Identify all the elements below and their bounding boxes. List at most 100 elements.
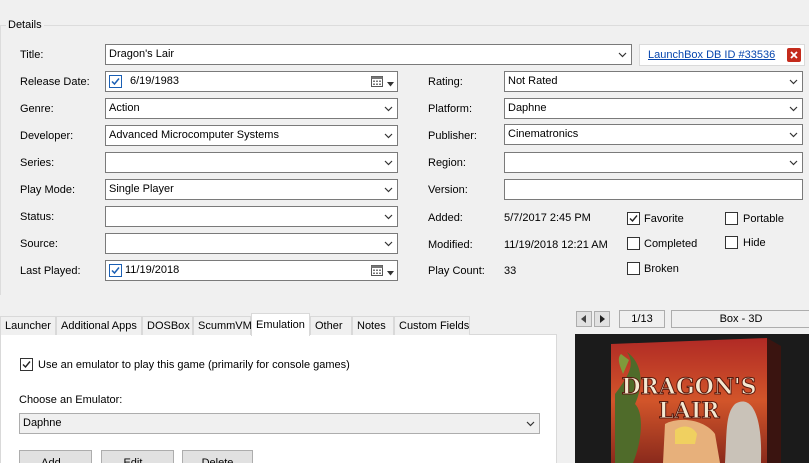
clear-db-id-button[interactable] [787, 48, 801, 62]
tab-scummvm[interactable]: ScummVM [193, 316, 252, 335]
checkmark-icon [629, 215, 638, 223]
checkmark-icon [111, 267, 120, 275]
portable-label: Portable [743, 213, 784, 225]
play-mode-label: Play Mode: [20, 184, 76, 196]
details-group-left-border [0, 25, 1, 295]
image-counter: 1/13 [619, 310, 665, 328]
chevron-down-icon [384, 239, 393, 248]
hide-label: Hide [743, 237, 766, 249]
source-label: Source: [20, 238, 58, 250]
box-art-image: DRAGON'S LAIR [575, 334, 809, 463]
tab-launcher[interactable]: Launcher [0, 316, 56, 335]
series-label: Series: [20, 157, 55, 169]
publisher-combo[interactable]: Cinematronics [504, 124, 803, 145]
chevron-down-icon [384, 158, 393, 167]
cover-title-line2: LAIR [658, 398, 720, 424]
edit-emulator-button[interactable]: Edit... [101, 450, 174, 463]
release-date-checkbox[interactable] [109, 75, 122, 88]
use-emulator-label: Use an emulator to play this game (prima… [38, 359, 350, 371]
play-count-value: 33 [504, 265, 517, 277]
status-combo[interactable] [105, 206, 398, 227]
launchbox-db-link-box: LaunchBox DB ID #33536 [639, 44, 805, 66]
region-combo[interactable] [504, 152, 803, 173]
tab-additional-apps[interactable]: Additional Apps [56, 316, 142, 335]
publisher-label: Publisher: [428, 130, 477, 142]
genre-label: Genre: [20, 103, 54, 115]
status-label: Status: [20, 211, 55, 223]
version-input[interactable] [504, 179, 803, 200]
rating-combo[interactable]: Not Rated [504, 71, 803, 92]
tab-emulation[interactable]: Emulation [251, 313, 310, 336]
developer-label: Developer: [20, 130, 74, 142]
emulator-combo[interactable]: Daphne [19, 413, 540, 434]
triangle-left-icon [581, 315, 586, 323]
last-played-picker[interactable]: 11/19/2018 [105, 260, 398, 281]
title-combo[interactable]: Dragon's Lair [105, 44, 632, 65]
genre-combo[interactable]: Action [105, 98, 398, 119]
previous-image-button[interactable] [576, 311, 592, 327]
calendar-icon[interactable] [371, 75, 383, 87]
source-combo[interactable] [105, 233, 398, 254]
developer-value: Advanced Microcomputer Systems [109, 129, 279, 141]
triangle-right-icon [600, 315, 605, 323]
added-value: 5/7/2017 2:45 PM [504, 212, 591, 224]
launchbox-db-link[interactable]: LaunchBox DB ID #33536 [648, 49, 775, 61]
completed-label: Completed [644, 238, 698, 250]
close-icon [790, 51, 798, 59]
portable-checkbox[interactable] [725, 212, 738, 225]
platform-value: Daphne [508, 102, 547, 114]
rating-value: Not Rated [508, 75, 558, 87]
checkmark-icon [22, 361, 31, 369]
platform-combo[interactable]: Daphne [504, 98, 803, 119]
box-art-picture: DRAGON'S LAIR [575, 334, 809, 463]
last-played-label: Last Played: [20, 265, 81, 277]
added-label: Added: [428, 212, 463, 224]
next-image-button[interactable] [594, 311, 610, 327]
play-mode-value: Single Player [109, 183, 174, 195]
release-date-picker[interactable]: 6/19/1983 [105, 71, 398, 92]
hide-checkbox[interactable] [725, 236, 738, 249]
last-played-checkbox[interactable] [109, 264, 122, 277]
chevron-down-icon [789, 130, 798, 139]
version-label: Version: [428, 184, 468, 196]
calendar-icon[interactable] [371, 264, 383, 276]
platform-label: Platform: [428, 103, 473, 115]
broken-label: Broken [644, 263, 679, 275]
chevron-down-icon [384, 131, 393, 140]
region-label: Region: [428, 157, 466, 169]
tab-other[interactable]: Other [310, 316, 352, 335]
release-date-label: Release Date: [20, 76, 90, 88]
chevron-down-icon [618, 50, 627, 59]
delete-emulator-button[interactable]: Delete [182, 450, 253, 463]
modified-label: Modified: [428, 239, 473, 251]
caret-down-icon[interactable] [387, 78, 394, 90]
play-mode-combo[interactable]: Single Player [105, 179, 398, 200]
tab-custom-fields[interactable]: Custom Fields [394, 316, 470, 335]
chevron-down-icon [384, 185, 393, 194]
use-emulator-checkbox[interactable] [20, 358, 33, 371]
chevron-down-icon [526, 419, 535, 428]
caret-down-icon[interactable] [387, 267, 394, 279]
broken-checkbox[interactable] [627, 262, 640, 275]
chevron-down-icon [789, 158, 798, 167]
cover-title-line1: DRAGON'S [621, 374, 756, 400]
series-combo[interactable] [105, 152, 398, 173]
add-emulator-button[interactable]: Add... [19, 450, 92, 463]
title-label: Title: [20, 49, 44, 61]
completed-checkbox[interactable] [627, 237, 640, 250]
rating-label: Rating: [428, 76, 463, 88]
emulation-tab-panel: Use an emulator to play this game (prima… [0, 335, 557, 463]
chevron-down-icon [384, 104, 393, 113]
play-count-label: Play Count: [428, 265, 485, 277]
emulator-value: Daphne [23, 417, 62, 429]
title-combo-value: Dragon's Lair [109, 48, 175, 60]
details-group-border [0, 25, 809, 26]
tab-dosbox[interactable]: DOSBox [142, 316, 193, 335]
tab-notes[interactable]: Notes [352, 316, 394, 335]
publisher-value: Cinematronics [508, 128, 579, 140]
choose-emulator-label: Choose an Emulator: [19, 394, 123, 406]
favorite-checkbox[interactable] [627, 212, 640, 225]
image-type-selector[interactable]: Box - 3D [671, 310, 809, 328]
favorite-label: Favorite [644, 213, 684, 225]
developer-combo[interactable]: Advanced Microcomputer Systems [105, 125, 398, 146]
